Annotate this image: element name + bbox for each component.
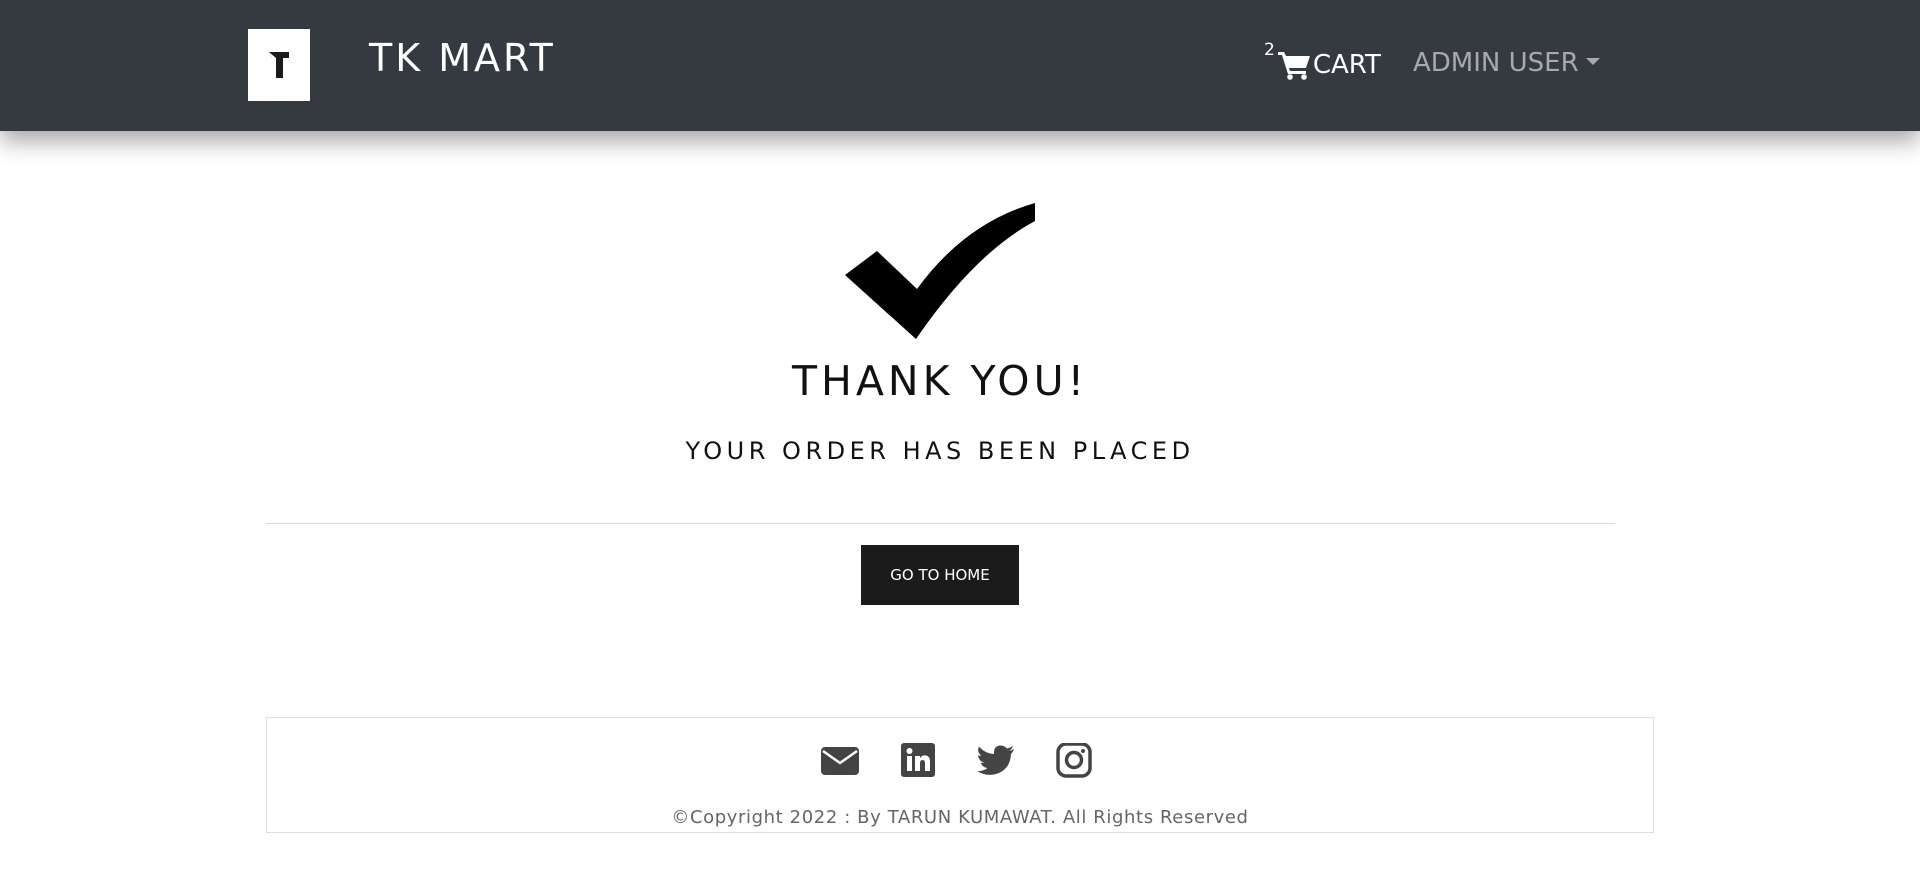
twitter-icon[interactable] xyxy=(976,743,1016,779)
top-navbar: TK MART 2 CART ADMIN USER xyxy=(0,0,1920,131)
social-icons xyxy=(267,742,1653,779)
order-placed-message: YOUR ORDER HAS BEEN PLACED xyxy=(685,437,1195,465)
cart-count-badge: 2 xyxy=(1264,40,1275,60)
cart-label: CART xyxy=(1312,50,1381,80)
shopping-cart-icon xyxy=(1277,52,1310,80)
footer: ©Copyright 2022 : By TARUN KUMAWAT. All … xyxy=(266,717,1654,833)
checkmark-icon xyxy=(845,203,1035,339)
logo-icon xyxy=(269,52,289,78)
thank-you-heading: THANK YOU! xyxy=(791,357,1089,405)
copyright-text: ©Copyright 2022 : By TARUN KUMAWAT. All … xyxy=(671,807,1249,828)
brand-logo[interactable] xyxy=(248,29,310,101)
envelope-icon[interactable] xyxy=(820,743,860,779)
chevron-down-icon xyxy=(1585,57,1600,65)
linkedin-icon[interactable] xyxy=(898,743,938,779)
user-label: ADMIN USER xyxy=(1413,48,1579,78)
instagram-icon[interactable] xyxy=(1054,742,1094,779)
divider xyxy=(266,523,1615,524)
go-to-home-button[interactable]: GO TO HOME xyxy=(861,545,1019,605)
brand-name[interactable]: TK MART xyxy=(369,36,556,80)
cart-link[interactable]: 2 CART xyxy=(1264,40,1381,80)
user-dropdown[interactable]: ADMIN USER xyxy=(1413,48,1600,78)
